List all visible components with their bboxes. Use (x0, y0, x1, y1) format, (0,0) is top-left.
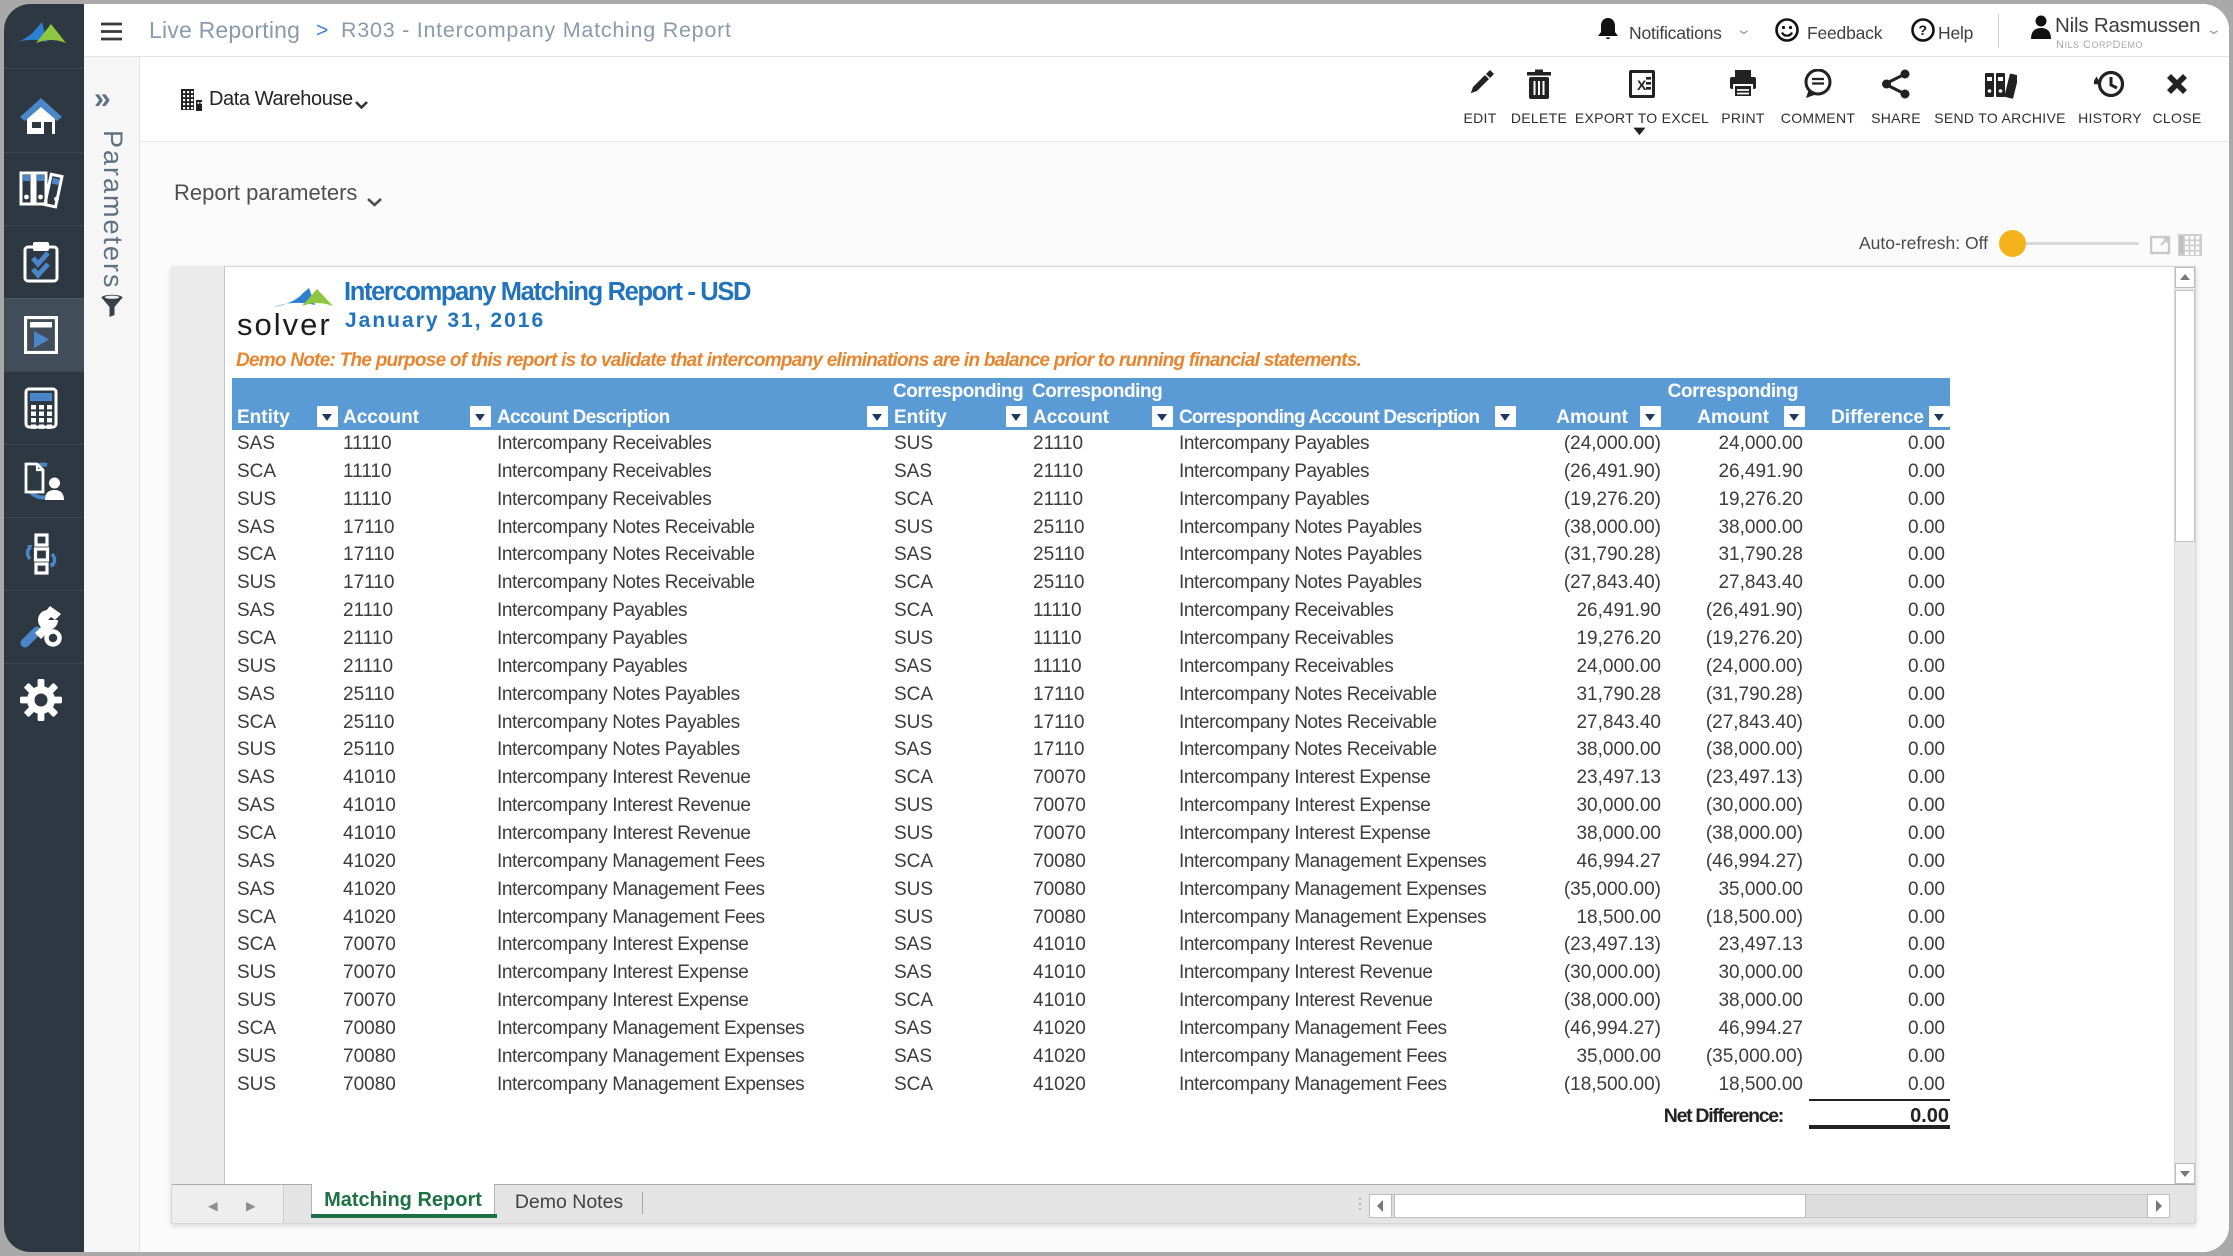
svg-text:?: ? (1919, 22, 1928, 38)
svg-text:X: X (1637, 77, 1647, 93)
